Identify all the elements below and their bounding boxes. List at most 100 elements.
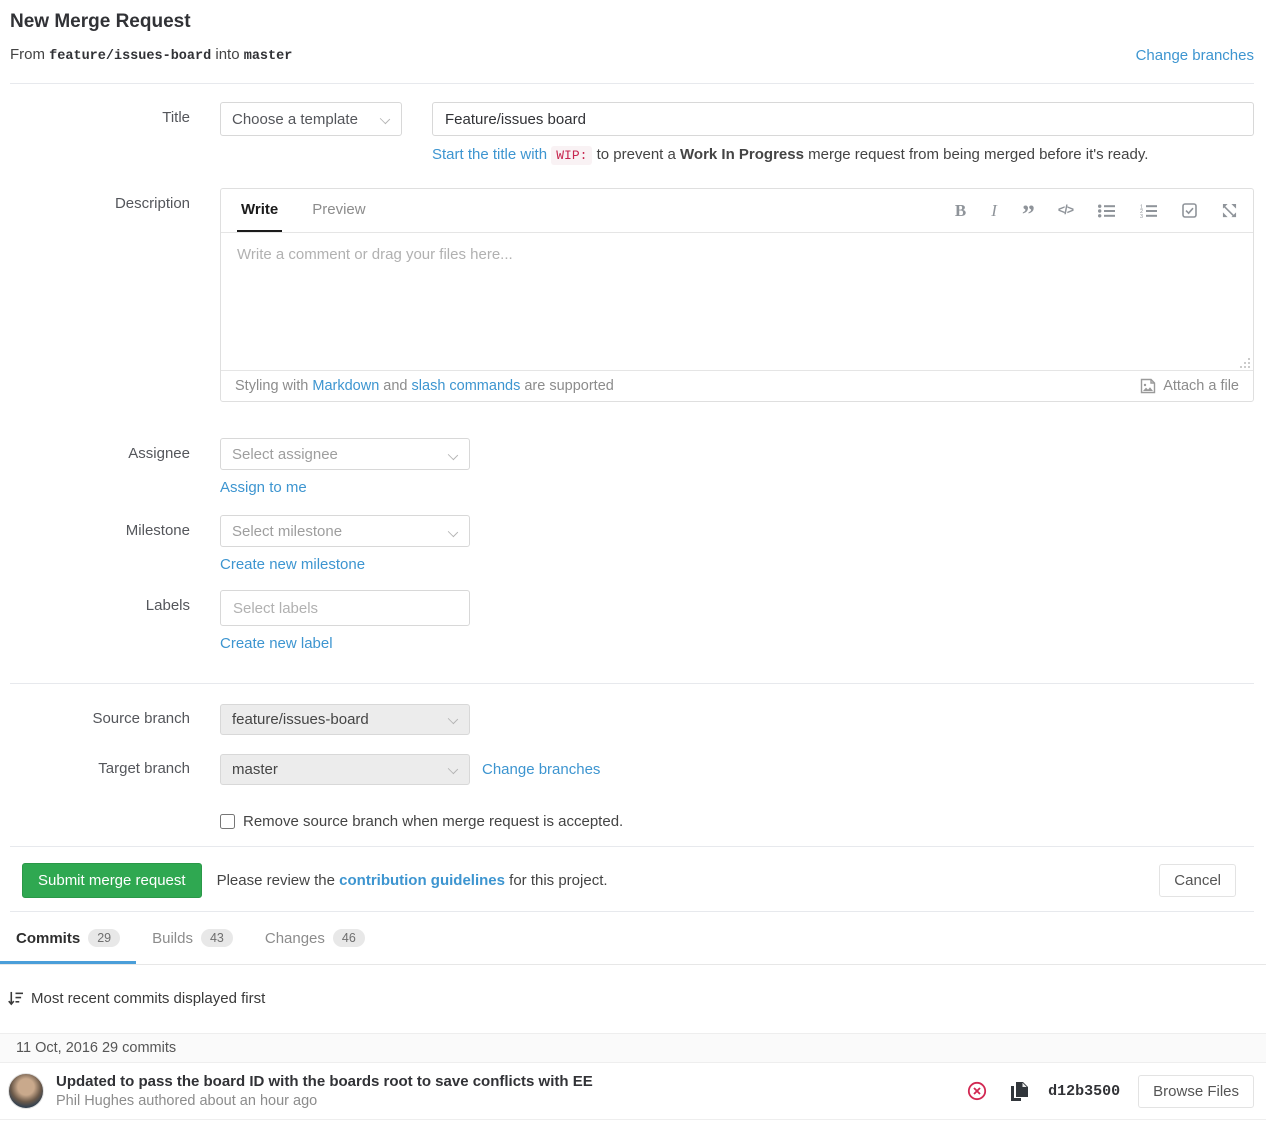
cancel-button[interactable]: Cancel: [1159, 864, 1236, 897]
sort-note-text: Most recent commits displayed first: [31, 990, 265, 1007]
assignee-dropdown[interactable]: Select assignee: [220, 438, 470, 470]
tab-builds[interactable]: Builds 43: [136, 912, 249, 964]
wip-hint-mid: to prevent a: [597, 146, 676, 163]
branch-summary: From feature/issues-board into master: [10, 46, 292, 64]
tab-commits-label: Commits: [16, 930, 80, 947]
tab-changes[interactable]: Changes 46: [249, 912, 381, 964]
commit-sha-link[interactable]: d12b3500: [1048, 1083, 1120, 1100]
bullet-list-icon[interactable]: [1098, 204, 1115, 218]
create-milestone-link[interactable]: Create new milestone: [220, 556, 365, 573]
review-note: Please review the contribution guideline…: [217, 872, 608, 889]
quote-icon[interactable]: ”: [1022, 202, 1033, 228]
milestone-row: Milestone Select milestone Create new mi…: [10, 515, 1254, 573]
commit-row: Updated to pass the board ID with the bo…: [0, 1063, 1266, 1120]
title-row: Title Choose a template Start the title …: [10, 102, 1254, 163]
chevron-down-icon: [448, 527, 458, 537]
page-title: New Merge Request: [10, 11, 1254, 33]
tab-preview[interactable]: Preview: [308, 189, 369, 232]
target-branch-value: master: [232, 761, 278, 778]
chevron-down-icon: [448, 764, 458, 774]
target-branch-dropdown: master: [220, 754, 470, 785]
sort-descending-icon: [8, 991, 23, 1006]
wip-hint: Start the title with WIP: to prevent a W…: [432, 146, 1254, 163]
commit-actions: d12b3500 Browse Files: [967, 1075, 1254, 1108]
source-branch-value: feature/issues-board: [232, 711, 369, 728]
browse-files-button[interactable]: Browse Files: [1138, 1075, 1254, 1108]
wip-code: WIP:: [551, 146, 592, 165]
chevron-down-icon: [448, 714, 458, 724]
markdown-editor: Write Preview B I ” </> 123: [220, 188, 1254, 402]
from-label: From: [10, 46, 45, 63]
template-dropdown[interactable]: Choose a template: [220, 102, 402, 136]
change-branches-link[interactable]: Change branches: [1136, 47, 1254, 64]
sort-note: Most recent commits displayed first: [8, 990, 1266, 1007]
supported-text: are supported: [524, 378, 613, 394]
labels-input[interactable]: [220, 590, 470, 626]
remove-source-branch-checkbox[interactable]: [220, 814, 235, 829]
attach-image-icon: [1140, 378, 1156, 394]
markdown-link[interactable]: Markdown: [312, 378, 379, 394]
review-note-post: for this project.: [509, 872, 607, 889]
and-text: and: [383, 378, 407, 394]
copy-sha-icon[interactable]: [1011, 1082, 1028, 1101]
remove-source-branch-label: Remove source branch when merge request …: [243, 813, 623, 830]
milestone-dropdown-label: Select milestone: [232, 523, 342, 540]
branch-summary-row: From feature/issues-board into master Ch…: [10, 46, 1254, 83]
commit-meta: Phil Hughes authored about an hour ago: [56, 1093, 593, 1109]
builds-count-badge: 43: [201, 929, 233, 947]
into-label: into: [215, 46, 239, 63]
submit-merge-request-button[interactable]: Submit merge request: [22, 863, 202, 898]
description-textarea[interactable]: [221, 233, 1253, 370]
wip-hint-post: merge request from being merged before i…: [808, 146, 1148, 163]
task-list-icon[interactable]: [1182, 203, 1197, 218]
wip-hint-link[interactable]: Start the title with: [432, 146, 547, 163]
avatar[interactable]: [8, 1073, 44, 1109]
source-branch-label: Source branch: [10, 704, 190, 735]
editor-footer: Styling with Markdown and slash commands…: [221, 370, 1253, 401]
changes-count-badge: 46: [333, 929, 365, 947]
milestone-label: Milestone: [10, 515, 190, 573]
tab-write[interactable]: Write: [237, 189, 282, 232]
milestone-dropdown[interactable]: Select milestone: [220, 515, 470, 547]
review-note-pre: Please review the: [217, 872, 335, 889]
ci-status-failed-icon[interactable]: [967, 1081, 987, 1101]
target-branch-label: Target branch: [10, 754, 190, 785]
form-actions: Submit merge request Please review the c…: [10, 846, 1254, 912]
tab-commits[interactable]: Commits 29: [0, 912, 136, 964]
title-input[interactable]: [432, 102, 1254, 136]
source-branch-dropdown: feature/issues-board: [220, 704, 470, 735]
code-icon[interactable]: </>: [1058, 204, 1073, 217]
slash-commands-link[interactable]: slash commands: [412, 378, 521, 394]
attach-file-button[interactable]: Attach a file: [1140, 378, 1239, 394]
assign-to-me-link[interactable]: Assign to me: [220, 479, 307, 496]
template-dropdown-label: Choose a template: [232, 111, 358, 128]
tab-changes-label: Changes: [265, 930, 325, 947]
italic-icon[interactable]: I: [991, 202, 997, 219]
title-label: Title: [10, 102, 190, 163]
commit-title-link[interactable]: Updated to pass the board ID with the bo…: [56, 1073, 593, 1090]
description-label: Description: [10, 188, 190, 402]
contribution-guidelines-link[interactable]: contribution guidelines: [339, 872, 505, 889]
remove-source-branch-option[interactable]: Remove source branch when merge request …: [220, 813, 1254, 846]
section-divider: [10, 683, 1254, 684]
assignee-dropdown-label: Select assignee: [232, 446, 338, 463]
assignee-row: Assignee Select assignee Assign to me: [10, 438, 1254, 496]
page-header: New Merge Request From feature/issues-bo…: [10, 0, 1254, 84]
labels-row: Labels Create new label: [10, 590, 1254, 652]
attach-file-label: Attach a file: [1163, 378, 1239, 394]
wip-hint-bold: Work In Progress: [680, 146, 804, 163]
source-branch-row: Source branch feature/issues-board: [10, 704, 1254, 735]
fullscreen-icon[interactable]: [1222, 203, 1237, 218]
commit-date-header: 11 Oct, 2016 29 commits: [0, 1033, 1266, 1063]
change-branches-link-2[interactable]: Change branches: [482, 754, 600, 785]
source-branch-name: feature/issues-board: [49, 49, 211, 64]
create-label-link[interactable]: Create new label: [220, 635, 333, 652]
assignee-label: Assignee: [10, 438, 190, 496]
bold-icon[interactable]: B: [955, 202, 966, 219]
svg-text:3: 3: [1140, 214, 1143, 218]
description-row: Description Write Preview B I ” </>: [10, 188, 1254, 402]
styling-with-text: Styling with: [235, 378, 308, 394]
numbered-list-icon[interactable]: 123: [1140, 204, 1157, 218]
tab-builds-label: Builds: [152, 930, 193, 947]
resize-handle[interactable]: [1240, 357, 1251, 368]
